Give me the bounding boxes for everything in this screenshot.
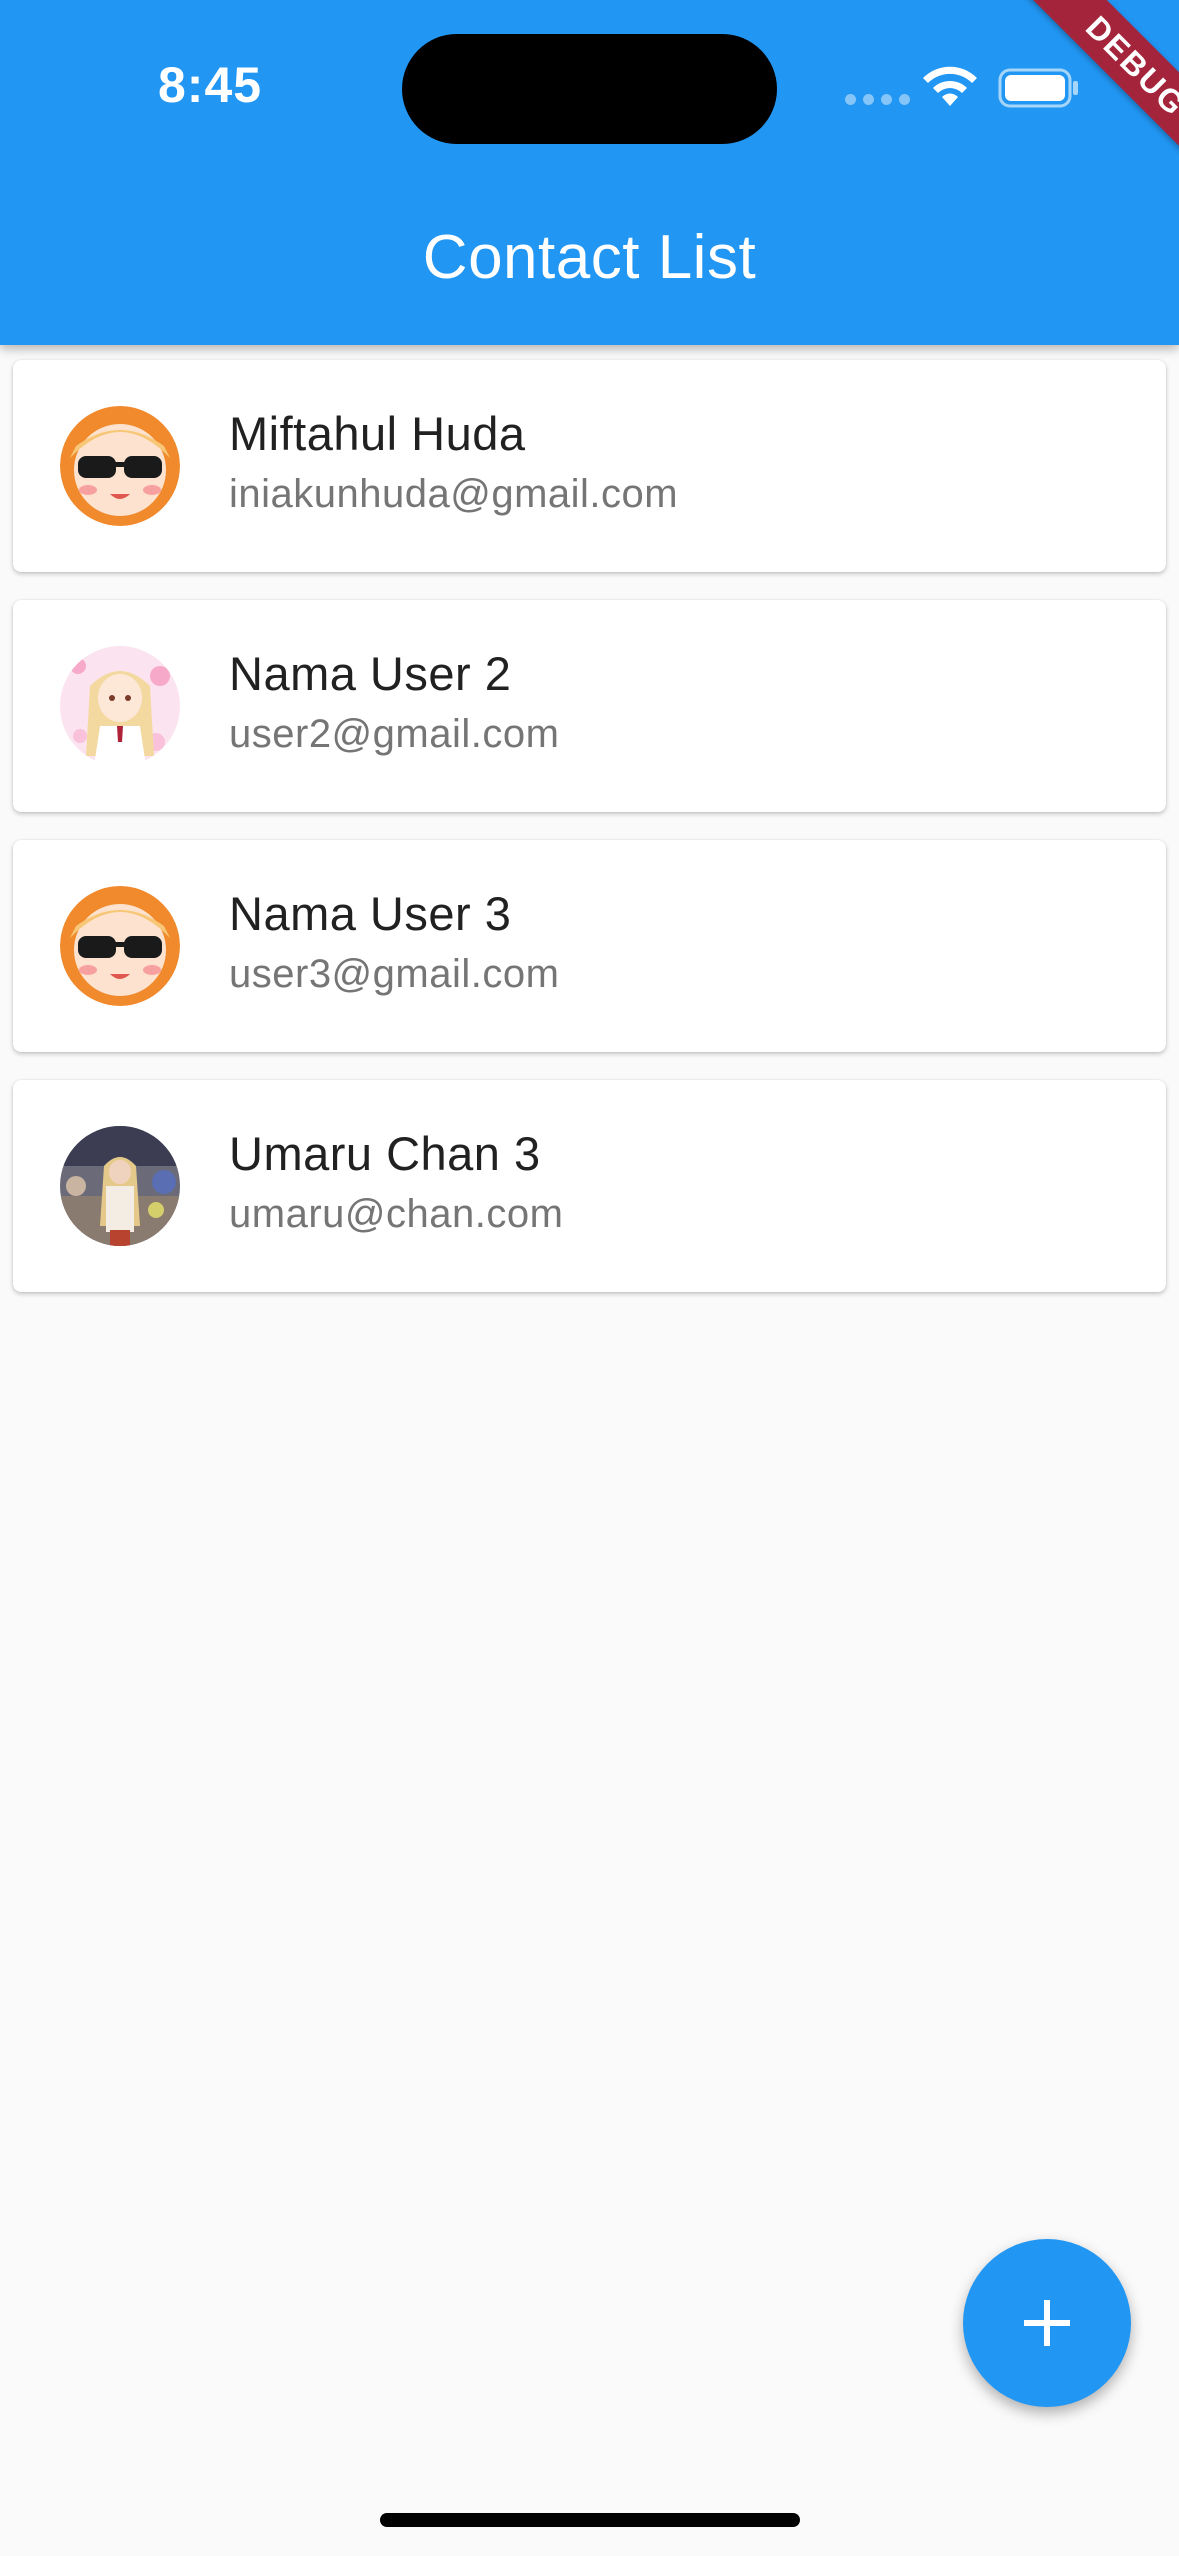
contact-card[interactable]: Umaru Chan 3 umaru@chan.com bbox=[13, 1080, 1166, 1292]
contact-name: Nama User 2 bbox=[229, 647, 512, 700]
battery-icon bbox=[998, 68, 1078, 108]
home-indicator[interactable] bbox=[380, 2513, 800, 2527]
contact-email: umaru@chan.com bbox=[229, 1192, 564, 1236]
contact-card[interactable]: Miftahul Huda iniakunhuda@gmail.com bbox=[13, 360, 1166, 572]
contact-email: user3@gmail.com bbox=[229, 952, 560, 996]
dynamic-island bbox=[402, 34, 777, 144]
contact-avatar bbox=[60, 646, 180, 766]
contact-name: Umaru Chan 3 bbox=[229, 1127, 541, 1180]
avatar-image bbox=[60, 1126, 180, 1246]
contact-name: Nama User 3 bbox=[229, 887, 512, 940]
contact-list: Miftahul Huda iniakunhuda@gmail.com Nama… bbox=[13, 360, 1166, 1320]
wifi-icon bbox=[923, 66, 977, 106]
contact-email: iniakunhuda@gmail.com bbox=[229, 472, 679, 516]
contact-avatar bbox=[60, 406, 180, 526]
page-title: Contact List bbox=[422, 223, 757, 292]
app-bar: 8:45 DEBUG Contact List bbox=[0, 0, 1179, 345]
cellular-signal-icon bbox=[845, 94, 910, 105]
contact-avatar bbox=[60, 1126, 180, 1246]
plus-icon bbox=[1024, 2300, 1070, 2346]
avatar-image bbox=[60, 646, 180, 766]
contact-card[interactable]: Nama User 2 user2@gmail.com bbox=[13, 600, 1166, 812]
avatar-image bbox=[60, 406, 180, 526]
add-contact-button[interactable] bbox=[963, 2239, 1131, 2407]
contact-card[interactable]: Nama User 3 user3@gmail.com bbox=[13, 840, 1166, 1052]
contact-avatar bbox=[60, 886, 180, 1006]
contact-email: user2@gmail.com bbox=[229, 712, 560, 756]
contact-name: Miftahul Huda bbox=[229, 407, 526, 460]
avatar-image bbox=[60, 886, 180, 1006]
status-bar-time: 8:45 bbox=[158, 57, 263, 113]
